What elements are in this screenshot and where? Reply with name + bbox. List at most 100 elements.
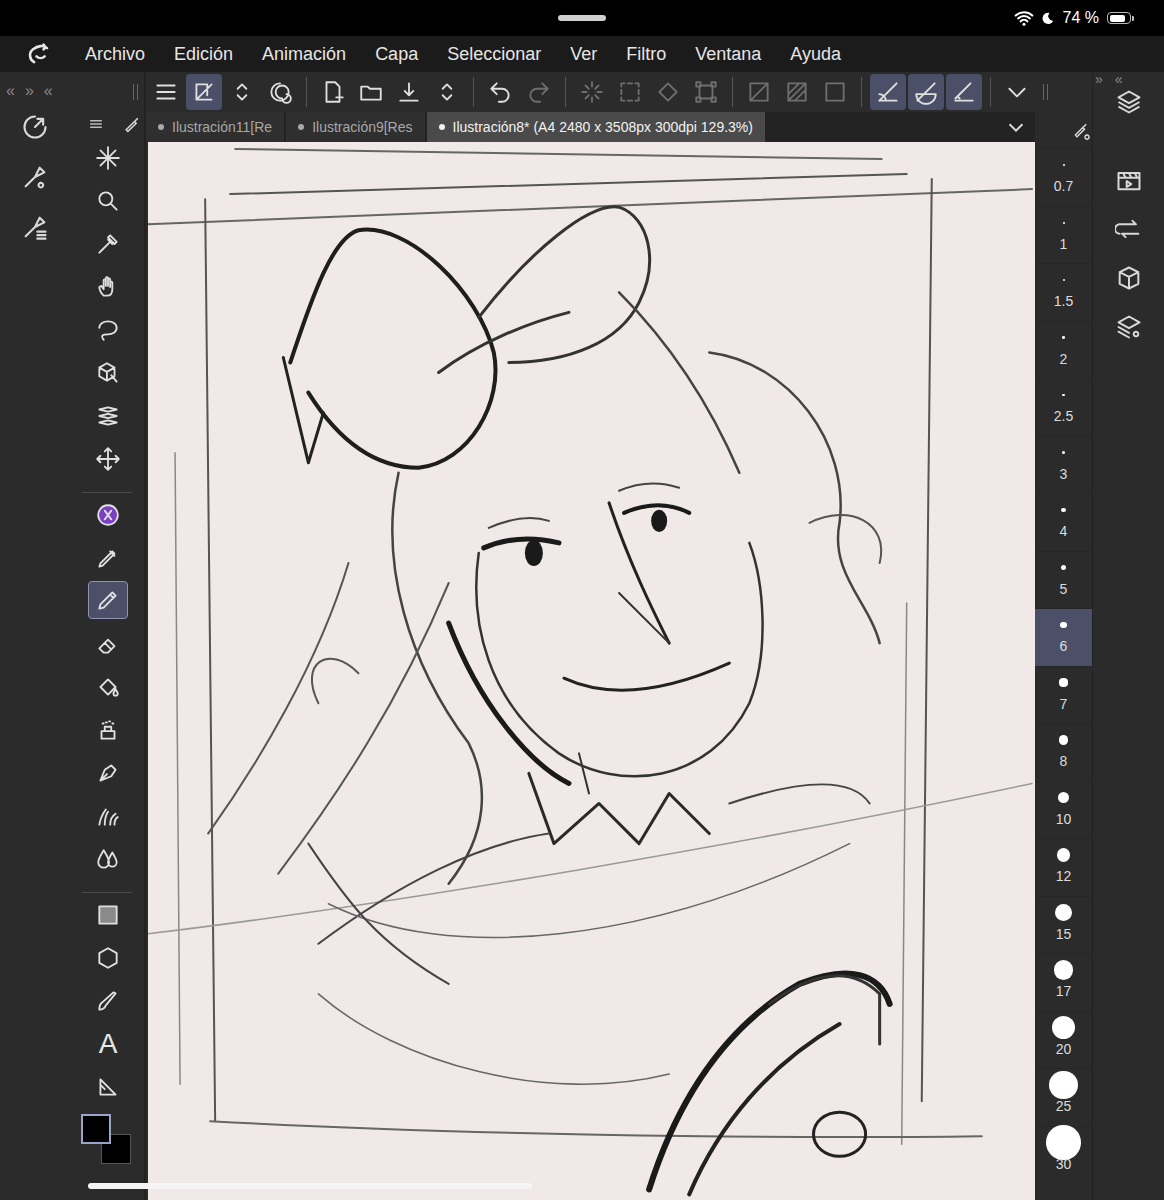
tool-button[interactable] (88, 394, 128, 437)
brush-size-icon[interactable] (1072, 120, 1092, 140)
command-button[interactable] (262, 74, 298, 110)
panel-icon[interactable] (1115, 213, 1143, 245)
command-button[interactable] (999, 74, 1035, 110)
brush-size-item[interactable]: 17 (1035, 953, 1092, 1011)
command-button[interactable] (520, 74, 556, 110)
brush-size-item[interactable]: 30 (1035, 1126, 1092, 1184)
tool-button[interactable] (88, 936, 128, 979)
tool-button[interactable] (88, 308, 128, 351)
document-tab[interactable]: Ilustración11[Re (146, 112, 284, 142)
command-button[interactable] (148, 74, 184, 110)
drawing-canvas[interactable] (148, 142, 1035, 1200)
brush-size-item[interactable]: 3 (1035, 436, 1092, 494)
brush-size-item[interactable]: 7 (1035, 666, 1092, 724)
command-button[interactable] (482, 74, 518, 110)
command-button[interactable] (224, 74, 260, 110)
brush-size-item[interactable]: 1 (1035, 206, 1092, 264)
brush-size-item[interactable]: 5 (1035, 551, 1092, 609)
panel-toggle[interactable]: « (44, 82, 53, 100)
panel-menu-icon[interactable] (86, 114, 106, 134)
command-button[interactable] (741, 74, 777, 110)
tool-button[interactable] (88, 837, 128, 880)
panel-icon[interactable] (1115, 164, 1143, 196)
tool-button[interactable]: A (88, 1022, 128, 1065)
clip-studio-logo-icon[interactable] (26, 40, 54, 68)
tool-button[interactable] (88, 265, 128, 308)
command-button[interactable] (817, 74, 853, 110)
panel-toggle[interactable]: « (1115, 72, 1123, 86)
panel-toggle[interactable]: » (25, 82, 34, 100)
panel-grip[interactable] (133, 84, 138, 100)
menu-item[interactable]: Ayuda (790, 44, 841, 65)
command-button[interactable] (779, 74, 815, 110)
tool-button[interactable] (88, 437, 128, 480)
command-button[interactable] (186, 74, 222, 110)
menu-item[interactable]: Seleccionar (447, 44, 541, 65)
menu-item[interactable]: Capa (375, 44, 418, 65)
command-button[interactable] (870, 74, 906, 110)
tool-button[interactable] (88, 794, 128, 837)
layers-icon[interactable] (1115, 86, 1143, 118)
brush-size-item[interactable]: 2 (1035, 321, 1092, 379)
tool-button[interactable] (88, 179, 128, 222)
main-color-swatch[interactable] (81, 1114, 111, 1144)
chevron-down-icon[interactable] (1005, 116, 1027, 138)
tool-button[interactable] (88, 136, 128, 179)
command-button[interactable] (908, 74, 944, 110)
tool-button[interactable] (88, 222, 128, 265)
brush-size-item[interactable]: 1.5 (1035, 263, 1092, 321)
command-button[interactable] (429, 74, 465, 110)
tool-icon (95, 587, 121, 613)
menu-item[interactable]: Ver (570, 44, 597, 65)
tool-button[interactable] (88, 493, 128, 536)
brush-size-item[interactable]: 8 (1035, 723, 1092, 781)
brush-size-item[interactable]: 10 (1035, 781, 1092, 839)
panel-tool-icon[interactable] (21, 109, 49, 145)
horizontal-scrollbar[interactable] (88, 1183, 532, 1189)
brush-icon[interactable] (122, 114, 142, 134)
menu-item[interactable]: Ventana (695, 44, 761, 65)
brush-size-item[interactable]: 25 (1035, 1068, 1092, 1126)
menu-item[interactable]: Archivo (85, 44, 145, 65)
tool-button[interactable] (88, 1065, 128, 1108)
brush-size-item[interactable]: 6 (1035, 608, 1092, 666)
command-button[interactable] (391, 74, 427, 110)
command-button[interactable] (612, 74, 648, 110)
tool-button[interactable] (88, 893, 128, 936)
tool-button[interactable] (88, 665, 128, 708)
tool-button[interactable] (88, 581, 128, 619)
menu-item[interactable]: Edición (174, 44, 233, 65)
command-button[interactable] (688, 74, 724, 110)
tool-button[interactable] (88, 351, 128, 394)
tool-button[interactable] (88, 622, 128, 665)
brush-size-item[interactable]: 20 (1035, 1011, 1092, 1069)
multitask-handle[interactable] (558, 15, 606, 21)
panel-tool-icon[interactable] (21, 159, 49, 195)
document-tab[interactable]: Ilustración9[Res (286, 112, 424, 142)
brush-size-item[interactable]: 15 (1035, 896, 1092, 954)
panel-grip[interactable] (1043, 84, 1048, 100)
tool-icon (95, 145, 121, 171)
panel-icon[interactable] (1115, 311, 1143, 343)
command-button[interactable] (315, 74, 351, 110)
tool-button[interactable] (88, 979, 128, 1022)
menu-item[interactable]: Filtro (626, 44, 666, 65)
panel-toggle[interactable]: » (1095, 72, 1103, 86)
command-button[interactable] (573, 74, 609, 110)
brush-size-item[interactable]: 2.5 (1035, 378, 1092, 436)
panel-tool-icon[interactable] (21, 209, 49, 245)
tool-icon (95, 317, 121, 343)
command-button[interactable] (946, 74, 982, 110)
panel-icon[interactable] (1115, 262, 1143, 294)
brush-size-item[interactable]: 4 (1035, 493, 1092, 551)
tool-button[interactable] (88, 536, 128, 579)
panel-toggle[interactable]: « (6, 82, 15, 100)
document-tab[interactable]: Ilustración8* (A4 2480 x 3508px 300dpi 1… (427, 112, 765, 142)
command-button[interactable] (650, 74, 686, 110)
menu-item[interactable]: Animación (262, 44, 346, 65)
tool-button[interactable] (88, 751, 128, 794)
tool-button[interactable] (88, 708, 128, 751)
brush-size-item[interactable]: 0.7 (1035, 148, 1092, 206)
command-button[interactable] (353, 74, 389, 110)
brush-size-item[interactable]: 12 (1035, 838, 1092, 896)
